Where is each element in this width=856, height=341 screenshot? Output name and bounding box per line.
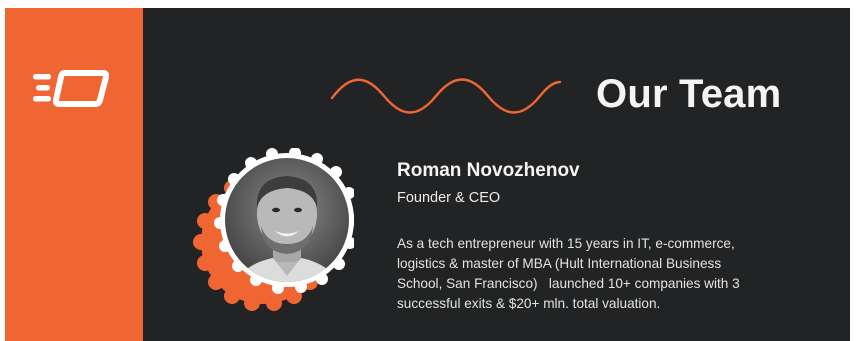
bio-line: logistics & master of MBA (Hult Internat…: [397, 256, 722, 271]
member-role: Founder & CEO: [397, 190, 501, 206]
member-name: Roman Novozhenov: [397, 160, 580, 181]
bio-line: successful exits & $20+ mln. total valua…: [397, 296, 661, 311]
wave-line-icon: [330, 78, 562, 114]
bio-line: As a tech entrepreneur with 15 years in …: [397, 236, 735, 251]
portrait-photo: [193, 147, 361, 311]
member-photo-frame: [189, 147, 361, 314]
brand-sidebar: [5, 8, 143, 341]
speed-rectangle-logo-icon: [33, 70, 109, 107]
section-title: Our Team: [596, 72, 782, 116]
bio-line: School, San Francisco) launched 10+ comp…: [397, 276, 740, 291]
team-slide: Our Team Roman Novozhenov Founder & CEO …: [5, 8, 850, 341]
member-bio: As a tech entrepreneur with 15 years in …: [397, 234, 807, 314]
